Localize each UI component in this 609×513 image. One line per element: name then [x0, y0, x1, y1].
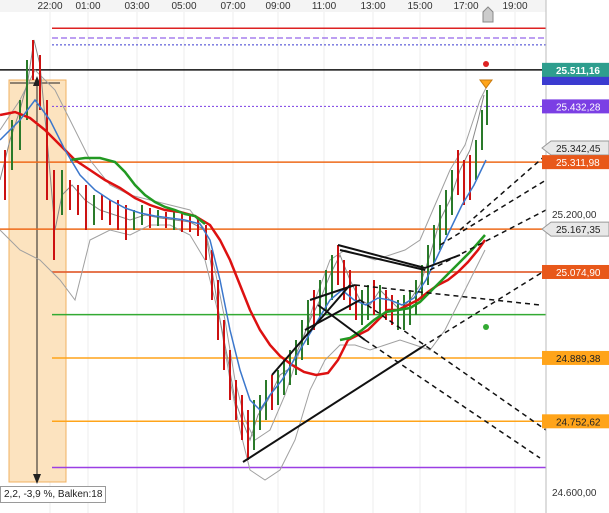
price-tag-label: 24.889,38: [556, 354, 601, 365]
price-tag-label: 25.311,98: [556, 158, 600, 169]
trend-line-dashed-5: [359, 299, 547, 431]
time-axis-label: 11:00: [312, 1, 337, 12]
trend-line-dashed-6: [459, 154, 547, 231]
price-tag-label: 25.432,28: [556, 102, 601, 113]
moving-average-red: [0, 110, 487, 377]
price-tag-label: 25.342,45: [556, 144, 601, 155]
price-tag-top-2: [542, 76, 609, 85]
measurement-label: 2,2, -3,9 %, Balken:18: [0, 486, 107, 503]
trading-chart[interactable]: 22:00 01:00 03:00 05:00 07:00 09:00 11:00 13:00…: [0, 0, 609, 513]
price-tag: 25.167,35: [541, 221, 609, 237]
price-tag-label: 24.752,62: [556, 417, 601, 428]
time-axis-label: 13:00: [360, 1, 385, 12]
time-axis-label: 09:00: [265, 1, 290, 12]
time-axis-label: 07:00: [220, 1, 245, 12]
time-axis-label: 22:00: [37, 1, 62, 12]
time-axis-label: 03:00: [124, 1, 149, 12]
trend-line-dashed-4: [429, 209, 547, 271]
price-tag: 25.511,16: [542, 62, 609, 77]
moving-average-blue: [0, 98, 487, 412]
price-tag: 25.432,28: [542, 99, 609, 114]
trend-line-solid-0: [242, 346, 423, 463]
price-tag: 24.889,38: [542, 350, 609, 365]
trend-line-solid-5: [337, 244, 426, 269]
chart-canvas[interactable]: 22:00 01:00 03:00 05:00 07:00 09:00 11:00 13:00…: [0, 0, 609, 513]
time-axis-label: 05:00: [171, 1, 196, 12]
alert-marker-red: [483, 61, 489, 67]
price-tag: 25.342,45: [541, 140, 609, 156]
alert-triangle-icon: [479, 79, 493, 89]
alert-marker-green: [483, 324, 489, 330]
price-axis-label: 25.200,00: [552, 210, 597, 221]
time-axis-label: 15:00: [407, 1, 432, 12]
price-tag-label: 25.167,35: [556, 225, 601, 236]
price-tag: 25.311,98: [542, 155, 609, 170]
price-tag-label: 25.074,90: [556, 268, 601, 279]
trend-line-dashed-0: [354, 284, 541, 306]
trend-line-dashed-3: [439, 179, 547, 246]
time-axis-label: 01:00: [75, 1, 100, 12]
trend-line-solid-7: [339, 249, 426, 271]
price-line: [0, 39, 485, 442]
price-axis-label: 24.600,00: [552, 488, 597, 499]
price-tag-label: 25.511,16: [556, 66, 600, 77]
price-tag: 24.752,62: [542, 414, 609, 429]
time-axis-label: 17:00: [453, 1, 478, 12]
price-tag: 25.074,90: [542, 264, 609, 279]
time-axis-label: 19:00: [502, 1, 527, 12]
